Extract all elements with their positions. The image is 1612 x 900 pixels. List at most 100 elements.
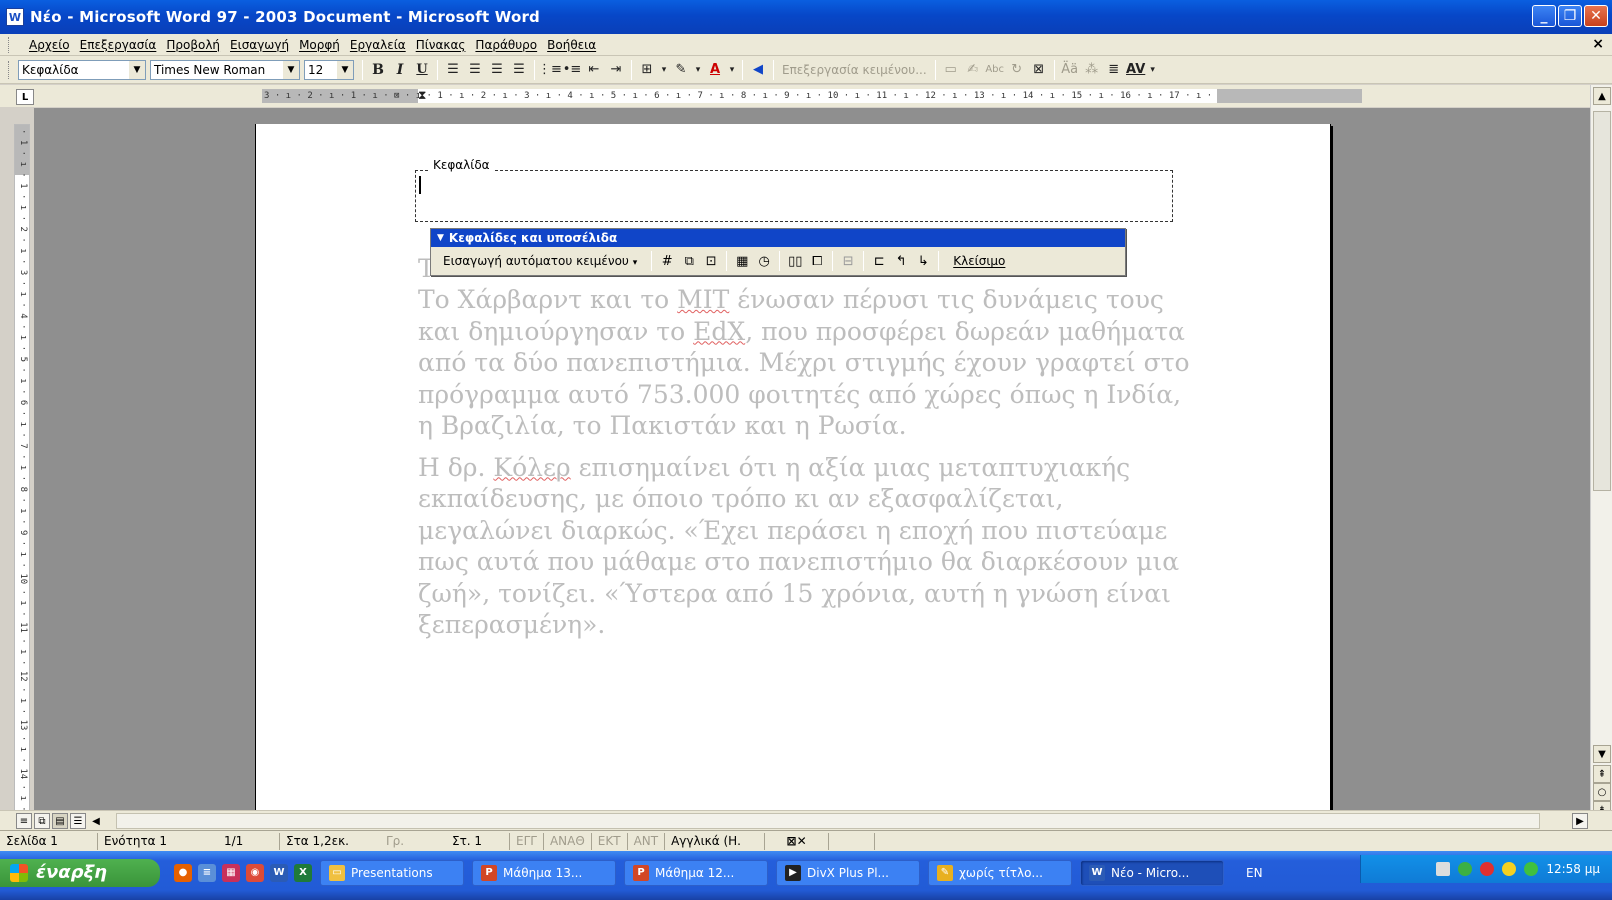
edit-text-button[interactable]: Επεξεργασία κειμένου...: [778, 63, 931, 77]
insert-time-icon[interactable]: ◷: [753, 250, 775, 272]
char-scale-icon[interactable]: Ää: [1059, 59, 1081, 81]
font-color-icon[interactable]: A: [704, 59, 726, 81]
refresh-icon[interactable]: ↻: [1006, 59, 1028, 81]
bold-button[interactable]: B: [367, 59, 389, 81]
horizontal-scrollbar[interactable]: [116, 813, 1540, 829]
vertical-scrollbar[interactable]: ▲ ▼ ⇞ ○ ⇟: [1590, 85, 1612, 855]
header-area[interactable]: [415, 170, 1173, 222]
status-track-changes[interactable]: ΑΝΑΘ: [544, 832, 592, 850]
underline-button[interactable]: U: [411, 59, 433, 81]
indent-marker-icon[interactable]: ⧗: [418, 88, 428, 106]
chevron-down-icon[interactable]: ▼: [129, 60, 145, 79]
numbering-icon[interactable]: ⋮≡: [538, 59, 562, 81]
spelling-status-icon[interactable]: ⊠✕: [765, 832, 830, 850]
tab-selector[interactable]: L: [16, 89, 34, 105]
menu-window[interactable]: Παράθυρο: [470, 36, 542, 54]
vertical-ruler[interactable]: · 1 · ı · 1 · ı · 2 · ı · 3 · ı · 4 · ı …: [14, 124, 30, 888]
chevron-down-icon[interactable]: ▾: [658, 59, 670, 81]
clock[interactable]: 12:58 μμ: [1546, 862, 1600, 876]
align-left-icon[interactable]: ☰: [442, 59, 464, 81]
language-indicator[interactable]: EN: [1246, 866, 1263, 880]
presentation-icon[interactable]: ▦: [222, 863, 240, 882]
outline-view-icon[interactable]: ☰: [70, 813, 86, 829]
word-icon[interactable]: W: [270, 863, 288, 882]
previous-page-button[interactable]: ⇞: [1593, 765, 1611, 783]
spelling-flag-mit[interactable]: MIT: [677, 285, 729, 314]
word-app-icon[interactable]: W: [6, 8, 24, 26]
menu-view[interactable]: Προβολή: [161, 36, 225, 54]
header-footer-toolbar-title[interactable]: ▼ Κεφαλίδες και υποσέλιδα: [431, 229, 1125, 247]
scroll-left-icon[interactable]: ◀: [88, 813, 104, 829]
normal-view-icon[interactable]: ≡: [16, 813, 32, 829]
align-right-icon[interactable]: ☰: [486, 59, 508, 81]
close-button[interactable]: ✕: [1584, 5, 1608, 27]
close-header-footer-button[interactable]: Κλείσιμο: [947, 252, 1011, 270]
excel-icon[interactable]: X: [294, 863, 312, 882]
char-spacing-icon[interactable]: AV: [1125, 59, 1147, 81]
justify-icon[interactable]: ☰: [508, 59, 530, 81]
insert-page-number-icon[interactable]: #: [656, 250, 678, 272]
close-document-button[interactable]: ×: [1592, 36, 1604, 52]
scroll-right-icon[interactable]: ▶: [1572, 813, 1588, 829]
chevron-down-icon[interactable]: ▾: [692, 59, 704, 81]
track-changes-icon[interactable]: ✍: [962, 59, 984, 81]
messenger-icon[interactable]: [1502, 862, 1517, 876]
show-previous-icon[interactable]: ↰: [890, 250, 912, 272]
menu-grip[interactable]: [8, 37, 11, 53]
menu-format[interactable]: Μορφή: [294, 36, 345, 54]
toolbar-menu-chevron-icon[interactable]: ▼: [437, 233, 444, 243]
spelling-flag-koler[interactable]: Κόλερ: [493, 453, 570, 482]
spelling-icon[interactable]: Abc: [984, 59, 1006, 81]
switch-header-footer-icon[interactable]: ⊏: [868, 250, 890, 272]
insert-date-icon[interactable]: ▦: [731, 250, 753, 272]
menu-edit[interactable]: Επεξεργασία: [75, 36, 162, 54]
show-hide-text-icon[interactable]: ⧠: [806, 250, 828, 272]
status-extend[interactable]: ΕΚΤ: [592, 832, 628, 850]
italic-button[interactable]: I: [389, 59, 411, 81]
toolbar-options-icon[interactable]: ▾: [1147, 59, 1159, 81]
menu-insert[interactable]: Εισαγωγή: [225, 36, 294, 54]
line-spacing-icon[interactable]: ≣: [1103, 59, 1125, 81]
chevron-down-icon[interactable]: ▾: [726, 59, 738, 81]
font-select[interactable]: Times New Roman ▼: [150, 59, 300, 80]
spelling-flag-edx[interactable]: EdX: [693, 317, 745, 346]
antivirus-icon[interactable]: [1480, 862, 1495, 876]
same-as-previous-icon[interactable]: ⊟: [837, 250, 859, 272]
scroll-down-button[interactable]: ▼: [1593, 745, 1611, 763]
insert-autotext-button[interactable]: Εισαγωγή αυτόματου κειμένου ▾: [439, 252, 641, 270]
task-word[interactable]: W Νέο - Micro...: [1080, 859, 1224, 886]
menu-file[interactable]: Αρχείο: [24, 36, 75, 54]
browse-object-button[interactable]: ○: [1593, 783, 1611, 801]
update-icon[interactable]: [1524, 862, 1539, 876]
start-button[interactable]: έναρξη: [0, 858, 160, 887]
decrease-indent-icon[interactable]: ⇤: [583, 59, 605, 81]
page-setup-icon[interactable]: ▯▯: [784, 250, 806, 272]
show-next-icon[interactable]: ↳: [912, 250, 934, 272]
chevron-down-icon[interactable]: ▼: [337, 60, 353, 79]
print-layout-view-icon[interactable]: ▤: [52, 813, 68, 829]
task-presentations[interactable]: ▭ Presentations: [320, 859, 464, 886]
task-lesson-13[interactable]: P Μάθημα 13...: [472, 859, 616, 886]
chevron-down-icon[interactable]: ▼: [283, 60, 299, 79]
web-layout-view-icon[interactable]: ⧉: [34, 813, 50, 829]
restore-button[interactable]: ❐: [1558, 5, 1582, 27]
insert-page-count-icon[interactable]: ⧉: [678, 250, 700, 272]
task-divx[interactable]: ▶ DivX Plus Pl...: [776, 859, 920, 886]
phonetic-icon[interactable]: ⁂: [1081, 59, 1103, 81]
task-paint[interactable]: ✎ χωρίς τίτλο...: [928, 859, 1072, 886]
translate-icon[interactable]: ⊠: [1028, 59, 1050, 81]
align-center-icon[interactable]: ☰: [464, 59, 486, 81]
bullets-icon[interactable]: •≡: [561, 59, 583, 81]
minimize-button[interactable]: _: [1532, 5, 1556, 27]
task-lesson-12[interactable]: P Μάθημα 12...: [624, 859, 768, 886]
toolbar-grip[interactable]: [8, 61, 11, 79]
status-language[interactable]: Αγγλικά (Η.: [665, 832, 766, 850]
comment-icon[interactable]: ▭: [940, 59, 962, 81]
status-overtype[interactable]: ΑΝΤ: [628, 832, 666, 850]
security-icon[interactable]: [1458, 862, 1473, 876]
chrome-icon[interactable]: ◉: [246, 863, 264, 882]
font-size-select[interactable]: 12 ▼: [304, 59, 354, 80]
scroll-up-button[interactable]: ▲: [1593, 87, 1611, 105]
menu-help[interactable]: Βοήθεια: [542, 36, 601, 54]
notepad-icon[interactable]: ≡: [198, 863, 216, 882]
